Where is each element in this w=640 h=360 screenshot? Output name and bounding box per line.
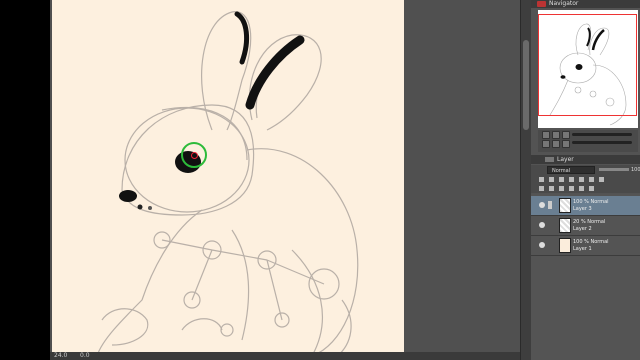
layer-tab-icon[interactable] [545,157,554,162]
right-ear-ink [245,35,305,110]
layer-thumbnail [559,218,571,233]
layer-list: 100 % Normal Layer 3 20 % Normal Layer 2… [531,194,640,360]
layer-thumbnail [559,238,571,253]
pen-icon[interactable] [548,201,552,209]
layer-toolbar-2 [531,184,640,193]
delete-layer-icon[interactable] [589,186,594,191]
coord-readout: 0.0 [80,352,90,359]
eye-icon[interactable] [539,222,545,228]
view-frame[interactable] [538,14,637,116]
fit-button[interactable] [562,131,570,139]
layer-panel-header: Layer [531,155,640,164]
copy-layer-icon[interactable] [569,186,574,191]
flip-button[interactable] [562,140,570,148]
nose-ink [119,190,137,202]
navigator-header: Navigator [531,0,640,8]
zoom-in-button[interactable] [552,131,560,139]
layer-mode: 100 % Normal [573,239,609,245]
scroll-thumb[interactable] [523,40,529,130]
blend-row: Normal 100 [531,165,640,175]
rotate-right-button[interactable] [552,140,560,148]
color-icon[interactable] [599,177,604,182]
zoom-readout[interactable]: 24.0 [54,352,67,360]
navigator-tab-icon[interactable] [537,1,546,7]
opacity-value[interactable]: 100 [631,165,640,175]
layer-row[interactable]: 100 % Normal Layer 3 [531,196,640,216]
layer-name[interactable]: Layer 3 [573,206,592,212]
vertical-scrollbar[interactable] [520,0,531,360]
clip-icon[interactable] [549,177,554,182]
mouth-dot [137,204,143,210]
zoom-slider[interactable] [572,133,632,136]
zoom-out-button[interactable] [542,131,550,139]
rotation-slider[interactable] [572,141,632,144]
drawing-canvas[interactable] [52,0,404,356]
eye-icon[interactable] [539,202,545,208]
merge-down-icon[interactable] [579,186,584,191]
draft-icon[interactable] [569,177,574,182]
ruler-icon[interactable] [589,177,594,182]
brush-center-icon [191,152,198,159]
navigator-preview[interactable] [538,10,638,128]
layer-panel-title[interactable]: Layer [557,155,574,164]
mouth-dot [148,206,152,210]
left-ear-ink [234,11,250,65]
new-raster-layer-icon[interactable] [539,186,544,191]
layer-name[interactable]: Layer 1 [573,246,592,252]
rotate-left-button[interactable] [542,140,550,148]
rabbit-sketch [96,11,359,356]
layer-row[interactable]: 20 % Normal Layer 2 [531,216,640,236]
layer-mode: 100 % Normal [573,199,609,205]
navigator-title[interactable]: Navigator [549,0,578,8]
new-vector-layer-icon[interactable] [549,186,554,191]
layer-mode: 20 % Normal [573,219,606,225]
lock-icon[interactable] [539,177,544,182]
eye-icon[interactable] [539,242,545,248]
left-panel-edge [0,0,50,360]
mask-icon[interactable] [579,177,584,182]
sketch-lines [96,11,359,356]
blend-mode-select[interactable]: Normal [547,166,595,174]
reference-icon[interactable] [559,177,564,182]
navigator-controls [538,130,638,152]
layer-thumbnail [559,198,571,213]
layer-toolbar-1 [531,175,640,184]
status-bar: 24.0 0.0 [50,352,520,360]
layer-name[interactable]: Layer 2 [573,226,592,232]
layer-row[interactable]: 100 % Normal Layer 1 [531,236,640,256]
new-folder-icon[interactable] [559,186,564,191]
opacity-slider[interactable] [599,168,629,171]
